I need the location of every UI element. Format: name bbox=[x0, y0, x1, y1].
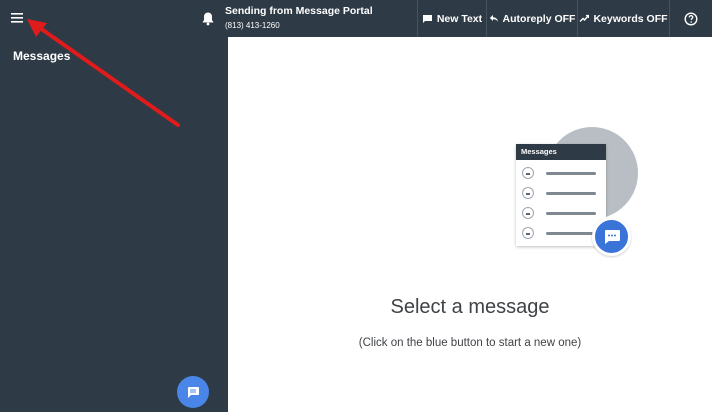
illustration-row bbox=[522, 187, 602, 199]
keywords-label: Keywords OFF bbox=[593, 12, 668, 25]
keyword-icon bbox=[579, 14, 590, 22]
sidebar: Messages bbox=[0, 37, 228, 412]
keywords-button[interactable]: Keywords OFF bbox=[577, 0, 669, 37]
new-text-button[interactable]: New Text bbox=[417, 0, 486, 37]
help-button[interactable] bbox=[669, 0, 712, 37]
contact-icon bbox=[522, 187, 534, 199]
illustration-row bbox=[522, 207, 602, 219]
sender-info: Sending from Message Portal (813) 413-12… bbox=[225, 5, 373, 30]
sender-phone: (813) 413-1260 bbox=[225, 21, 280, 30]
autoreply-label: Autoreply OFF bbox=[502, 12, 576, 25]
contact-icon bbox=[522, 227, 534, 239]
main-panel: Messages Select a message (Click on the … bbox=[228, 37, 712, 412]
chat-bubble-icon bbox=[592, 217, 631, 256]
sender-title: Sending from Message Portal bbox=[225, 5, 373, 17]
bell-icon[interactable] bbox=[201, 11, 215, 26]
sidebar-title: Messages bbox=[13, 49, 71, 63]
menu-icon[interactable] bbox=[10, 11, 26, 25]
contact-icon bbox=[522, 207, 534, 219]
illustration-row bbox=[522, 227, 602, 239]
illustration-row bbox=[522, 167, 602, 179]
illustration-card-title: Messages bbox=[516, 144, 606, 160]
reply-icon bbox=[489, 15, 498, 22]
empty-state-illustration: Messages bbox=[516, 127, 640, 259]
empty-state-subtext: (Click on the blue button to start a new… bbox=[358, 337, 582, 349]
empty-state-heading: Select a message bbox=[390, 296, 550, 318]
autoreply-button[interactable]: Autoreply OFF bbox=[486, 0, 577, 37]
contact-icon bbox=[522, 167, 534, 179]
new-message-button[interactable] bbox=[177, 376, 209, 408]
top-bar: Sending from Message Portal (813) 413-12… bbox=[0, 0, 712, 37]
new-message-icon bbox=[188, 386, 199, 398]
new-text-label: New Text bbox=[436, 12, 483, 25]
chat-icon bbox=[422, 14, 432, 23]
help-icon bbox=[684, 11, 698, 26]
